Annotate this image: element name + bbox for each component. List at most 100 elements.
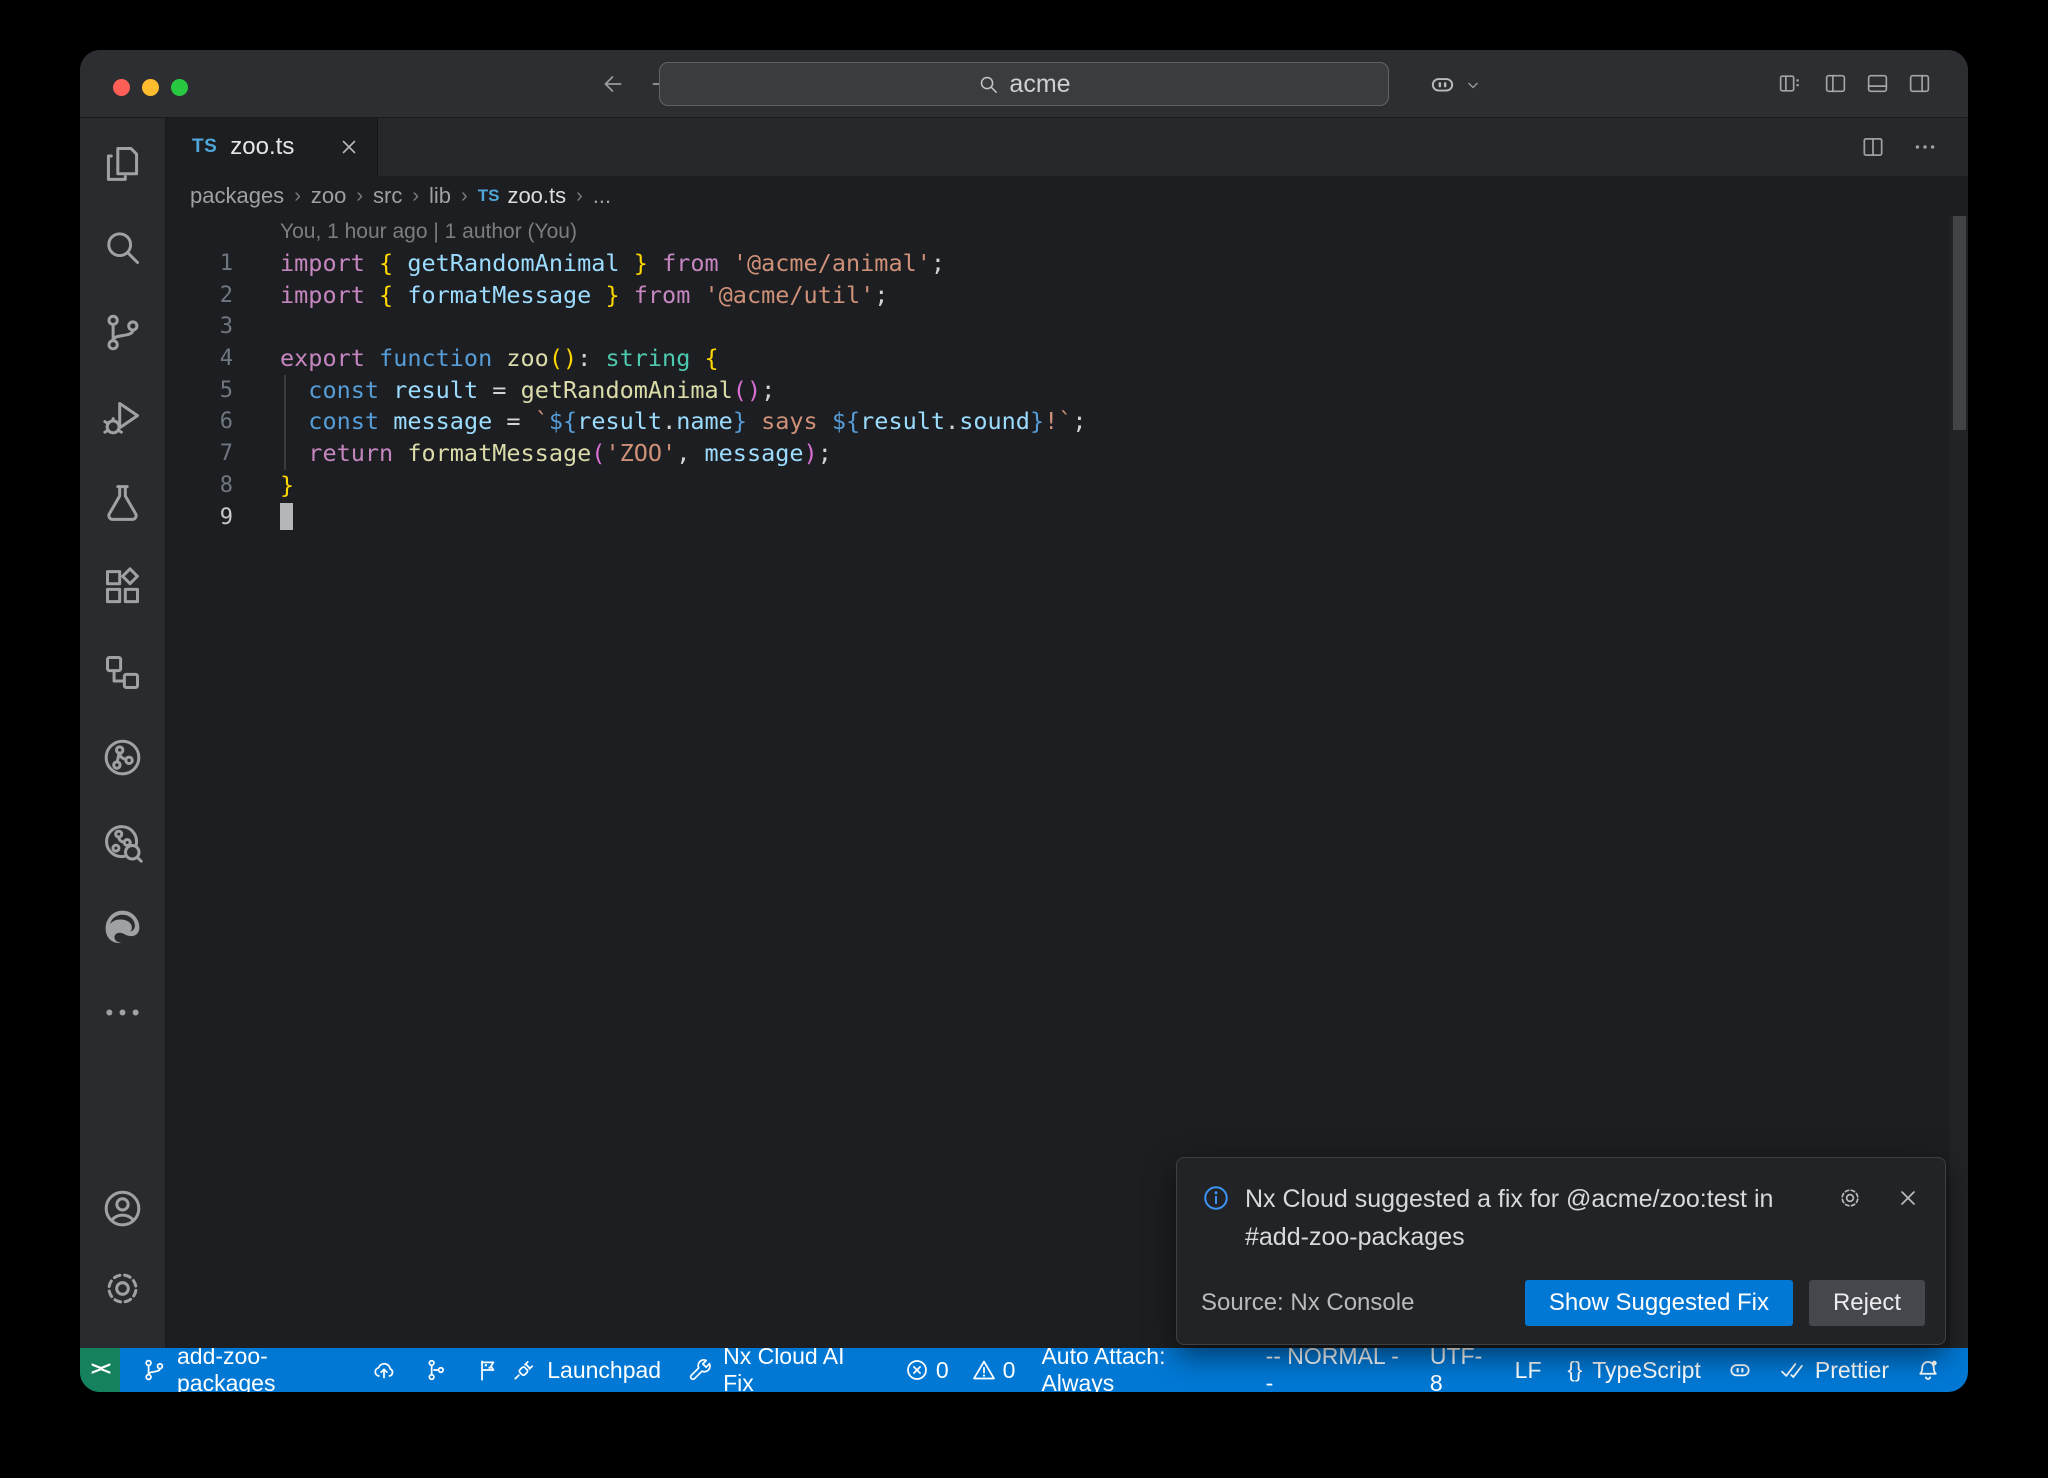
activity-item-accounts[interactable] [99, 1184, 147, 1232]
plug-icon [511, 1357, 537, 1383]
branch-icon [141, 1357, 167, 1383]
activity-item-run-debug[interactable] [99, 393, 147, 441]
indent-guide [284, 375, 286, 470]
status-item-vim-mode[interactable]: -- NORMAL -- [1253, 1348, 1417, 1392]
line-number: 1 [166, 248, 233, 280]
activity-item-gitlens[interactable] [99, 818, 147, 866]
typescript-file-icon: TS [478, 186, 500, 206]
customize-layout-button[interactable] [1777, 71, 1802, 96]
code-line[interactable]: 6 const message = `${result.name} says $… [166, 406, 1948, 438]
status-bar: >< add-zoo-packages LaunchpadNx Cloud AI … [80, 1348, 1968, 1392]
notification-source: Source: Nx Console [1201, 1289, 1414, 1317]
status-item-notifications-bell[interactable] [1902, 1348, 1954, 1392]
notification-close-icon[interactable] [1895, 1185, 1921, 1211]
cloud-upload-icon [371, 1357, 397, 1383]
tab-close-icon[interactable] [337, 135, 361, 159]
status-label: -- NORMAL -- [1266, 1343, 1404, 1392]
vscode-window: acme TS zoo.ts [80, 50, 1968, 1392]
branch2-icon [423, 1357, 449, 1383]
line-number: 2 [166, 280, 233, 312]
breadcrumb-separator-icon: › [412, 185, 419, 208]
info-icon [1201, 1183, 1231, 1213]
command-center-search[interactable]: acme [659, 62, 1389, 106]
close-window-button[interactable] [113, 79, 130, 96]
code-line[interactable]: 8} [166, 470, 1948, 502]
activity-item-search[interactable] [99, 223, 147, 271]
breadcrumb-item-src[interactable]: src [373, 183, 402, 209]
tab-label: zoo.ts [230, 133, 324, 161]
status-item-git-graph[interactable] [410, 1348, 462, 1392]
line-number: 7 [166, 438, 233, 470]
code-line[interactable]: 2 import { formatMessage } from '@acme/ut… [166, 280, 1948, 312]
minimize-window-button[interactable] [142, 79, 159, 96]
status-item-language[interactable]: {}TypeScript [1555, 1348, 1714, 1392]
notification-settings-gear-icon[interactable] [1837, 1185, 1863, 1211]
notification-toast: Nx Cloud suggested a fix for @acme/zoo:t… [1176, 1157, 1946, 1345]
editor-scrollbar-thumb[interactable] [1953, 216, 1966, 430]
flag-icon [475, 1357, 501, 1383]
status-item-problems[interactable]: 00 [891, 1348, 1029, 1392]
editor-more-actions-button[interactable] [1912, 134, 1938, 160]
activity-item-nx-console[interactable] [99, 733, 147, 781]
error-icon [904, 1357, 930, 1383]
line-number: 6 [166, 406, 233, 438]
activity-item-settings[interactable] [99, 1264, 147, 1312]
code-line[interactable]: 9 [166, 502, 1948, 534]
breadcrumb-item-file[interactable]: zoo.ts [507, 183, 566, 209]
toggle-panel-button[interactable] [1865, 71, 1890, 96]
code-line[interactable]: 4 export function zoo(): string { [166, 343, 1948, 375]
zoom-window-button[interactable] [171, 79, 188, 96]
checks-icon [1779, 1357, 1805, 1383]
toggle-primary-sidebar-button[interactable] [1823, 71, 1848, 96]
count-label: 0 [1003, 1357, 1016, 1384]
line-number: 4 [166, 343, 233, 375]
breadcrumb-overflow[interactable]: ... [593, 183, 611, 209]
status-item-git-branch[interactable]: add-zoo-packages [128, 1348, 410, 1392]
code-line[interactable]: 7 return formatMessage('ZOO', message); [166, 438, 1948, 470]
code-line[interactable]: 5 const result = getRandomAnimal(); [166, 375, 1948, 407]
toggle-secondary-sidebar-button[interactable] [1907, 71, 1932, 96]
status-item-eol[interactable]: LF [1502, 1348, 1555, 1392]
copilot-menu-button[interactable] [1428, 70, 1483, 99]
activity-item-explorer[interactable] [99, 138, 147, 186]
code-text: import { formatMessage } from '@acme/uti… [280, 280, 888, 312]
activity-item-extensions[interactable] [99, 563, 147, 611]
status-label: Nx Cloud AI Fix [723, 1343, 878, 1392]
back-arrow-icon[interactable] [600, 71, 626, 97]
breadcrumb-item-zoo[interactable]: zoo [311, 183, 346, 209]
code-line[interactable]: 3 [166, 311, 1948, 343]
status-item-nx-cloud-ai-fix[interactable]: Nx Cloud AI Fix [674, 1348, 891, 1392]
line-number: 3 [166, 311, 233, 343]
status-item-encoding[interactable]: UTF-8 [1417, 1348, 1502, 1392]
remote-indicator[interactable]: >< [80, 1348, 120, 1392]
show-suggested-fix-button[interactable]: Show Suggested Fix [1525, 1280, 1793, 1326]
tab-zoo-ts[interactable]: TS zoo.ts [166, 118, 378, 176]
count-label: 0 [936, 1357, 949, 1384]
status-item-copilot-status[interactable] [1714, 1348, 1766, 1392]
status-item-auto-attach[interactable]: Auto Attach: Always [1028, 1348, 1252, 1392]
status-item-formatter-prettier[interactable]: Prettier [1766, 1348, 1902, 1392]
copilot-icon [1428, 70, 1457, 99]
code-text [280, 502, 293, 534]
activity-item-references[interactable] [99, 648, 147, 696]
search-value: acme [1009, 70, 1070, 99]
code-text: const message = `${result.name} says ${r… [280, 406, 1087, 438]
reject-button[interactable]: Reject [1809, 1280, 1925, 1326]
activity-item-source-control[interactable] [99, 308, 147, 356]
code-text: import { getRandomAnimal } from '@acme/a… [280, 248, 945, 280]
breadcrumb-item-lib[interactable]: lib [429, 183, 451, 209]
activity-item-more-views[interactable] [99, 988, 147, 1036]
braces-icon: {} [1568, 1357, 1583, 1383]
status-label: LF [1515, 1357, 1542, 1384]
code-text: export function zoo(): string { [280, 343, 719, 375]
status-item-launchpad[interactable]: Launchpad [462, 1348, 674, 1392]
status-label: Prettier [1815, 1357, 1889, 1384]
code-line[interactable]: 1 import { getRandomAnimal } from '@acme/… [166, 248, 1948, 280]
line-number: 9 [166, 502, 233, 534]
tab-strip: TS zoo.ts [166, 118, 1968, 176]
activity-item-testing[interactable] [99, 478, 147, 526]
split-editor-button[interactable] [1860, 134, 1886, 160]
breadcrumb-item-packages[interactable]: packages [190, 183, 284, 209]
wrench-icon [687, 1357, 713, 1383]
activity-item-edge-tools[interactable] [99, 903, 147, 951]
